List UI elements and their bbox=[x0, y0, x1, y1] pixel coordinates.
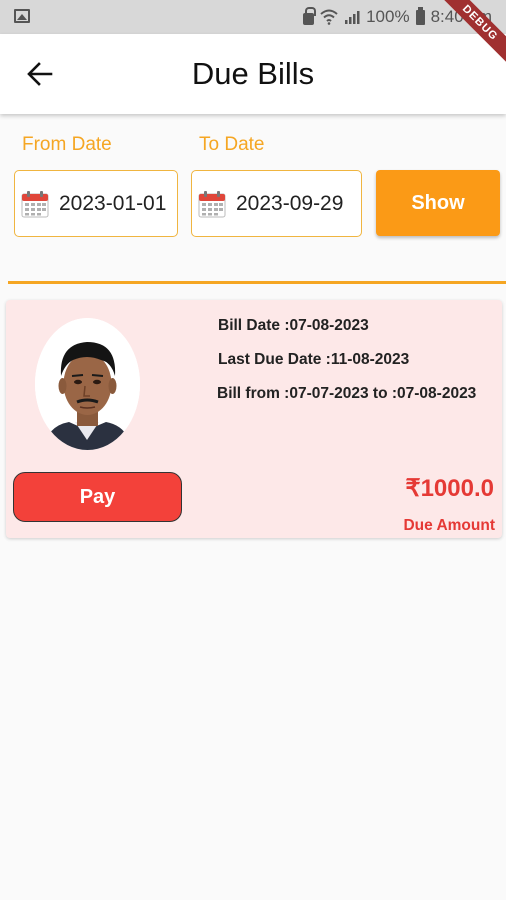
avatar bbox=[35, 318, 140, 450]
lock-icon bbox=[303, 7, 317, 25]
due-amount-value: ₹1000.0 bbox=[405, 475, 494, 502]
user-photo bbox=[35, 318, 140, 450]
to-date-label: To Date bbox=[199, 134, 265, 155]
calendar-icon bbox=[21, 190, 49, 217]
battery-icon bbox=[415, 6, 425, 25]
last-due-date: Last Due Date :11-08-2023 bbox=[218, 351, 410, 368]
status-bar: 100% 8:40 pm bbox=[0, 0, 506, 34]
from-date-field[interactable]: 2023-01-01 bbox=[14, 170, 178, 237]
app-bar: Due Bills bbox=[0, 34, 506, 114]
due-amount-label: Due Amount bbox=[403, 517, 495, 534]
from-date-label: From Date bbox=[22, 134, 112, 155]
divider bbox=[8, 281, 506, 284]
page-title: Due Bills bbox=[191, 56, 315, 91]
to-date-value: 2023-09-29 bbox=[236, 191, 344, 215]
bill-period: Bill from :07-07-2023 to :07-08-2023 bbox=[217, 385, 477, 402]
bill-date: Bill Date :07-08-2023 bbox=[218, 317, 369, 334]
show-button[interactable]: Show bbox=[376, 170, 500, 236]
calendar-icon bbox=[198, 190, 226, 217]
wifi-icon bbox=[320, 9, 338, 25]
to-date-field[interactable]: 2023-09-29 bbox=[191, 170, 362, 237]
bill-card: Bill Date :07-08-2023 Last Due Date :11-… bbox=[6, 300, 502, 538]
gallery-notification-icon bbox=[14, 9, 30, 23]
signal-icon bbox=[345, 11, 360, 24]
pay-button[interactable]: Pay bbox=[13, 472, 182, 522]
battery-percent: 100% bbox=[366, 7, 410, 26]
from-date-value: 2023-01-01 bbox=[59, 191, 167, 215]
